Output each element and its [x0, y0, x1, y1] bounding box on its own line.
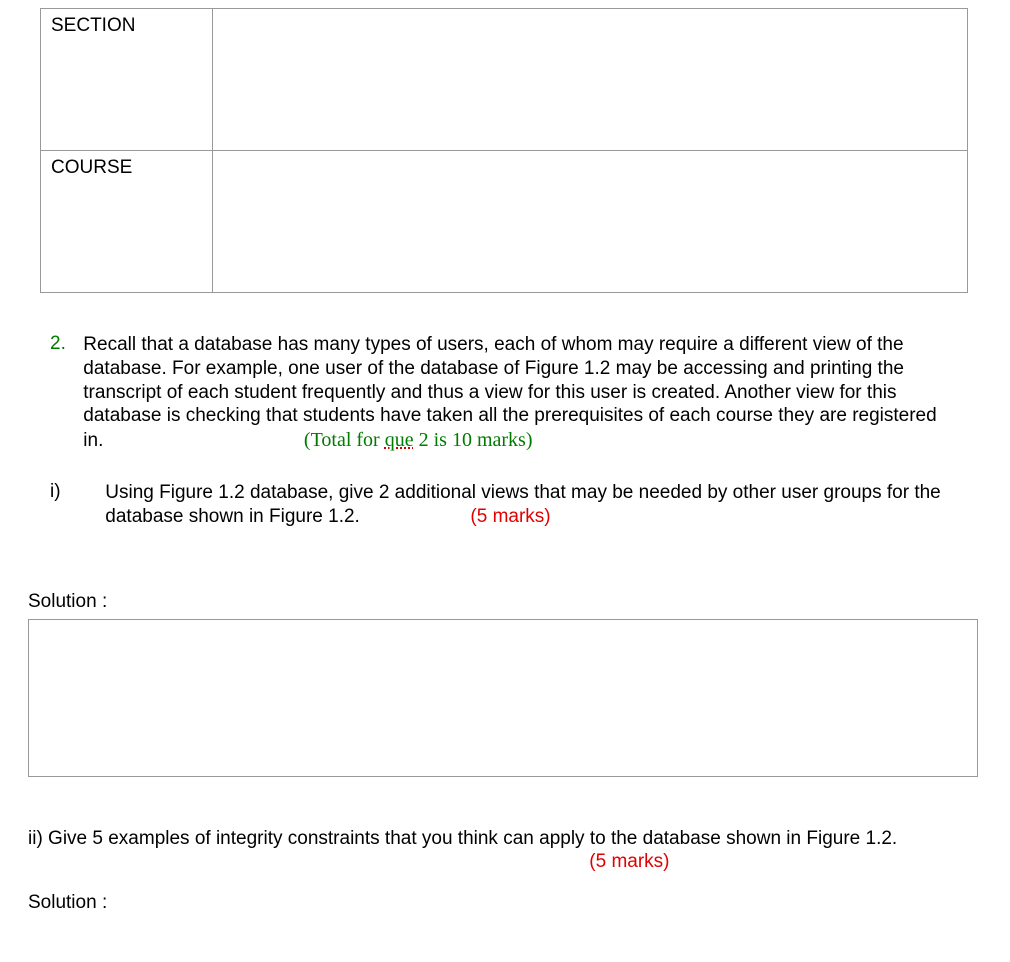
- total-suffix: 2 is 10 marks): [414, 429, 533, 451]
- section-label-cell: SECTION: [41, 9, 213, 151]
- solution-label-ii: Solution :: [28, 892, 1010, 914]
- definition-table: SECTION COURSE: [40, 8, 968, 293]
- total-spellword: que: [385, 429, 414, 451]
- sub-question-i: i) Using Figure 1.2 database, give 2 add…: [44, 481, 966, 529]
- subq-i-body: Using Figure 1.2 database, give 2 additi…: [105, 481, 953, 529]
- section-label: SECTION: [51, 15, 135, 36]
- course-value-cell: [213, 151, 968, 293]
- subq-ii-text: ii) Give 5 examples of integrity constra…: [28, 828, 897, 849]
- subq-ii-marks: (5 marks): [589, 851, 669, 872]
- course-label-cell: COURSE: [41, 151, 213, 293]
- course-label: COURSE: [51, 157, 132, 178]
- total-marks: (Total for que 2 is 10 marks): [304, 429, 533, 451]
- question-number: 2.: [44, 333, 78, 355]
- total-prefix: (Total for: [304, 429, 385, 451]
- table-row: COURSE: [41, 151, 968, 293]
- question-2: 2. Recall that a database has many types…: [44, 333, 966, 453]
- question-body: Recall that a database has many types of…: [83, 333, 953, 453]
- solution-label-i: Solution :: [28, 591, 1010, 613]
- section-value-cell: [213, 9, 968, 151]
- solution-box-i: [28, 619, 978, 777]
- subq-i-label: i): [44, 481, 100, 503]
- subq-i-marks: (5 marks): [470, 506, 550, 527]
- sub-question-ii: ii) Give 5 examples of integrity constra…: [28, 827, 982, 875]
- table-row: SECTION: [41, 9, 968, 151]
